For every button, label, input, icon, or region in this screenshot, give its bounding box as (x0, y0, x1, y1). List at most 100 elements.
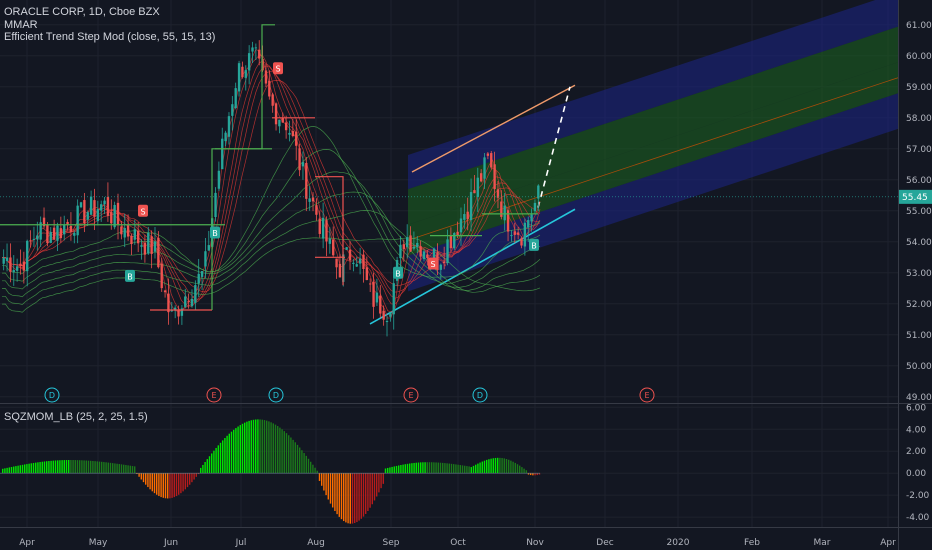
signal-label: B (395, 269, 401, 278)
momentum-bar (494, 457, 497, 474)
momentum-bar (250, 420, 252, 474)
candle-body (338, 263, 342, 278)
momentum-bar (404, 464, 406, 474)
momentum-bar (164, 473, 167, 499)
momentum-bar (145, 473, 147, 485)
momentum-bar (57, 460, 59, 474)
momentum-bar (202, 464, 204, 474)
momentum-bar (483, 460, 486, 474)
candle-body (197, 273, 200, 284)
momentum-bar (431, 462, 433, 474)
candle-body (63, 225, 66, 235)
momentum-bar (158, 473, 160, 497)
candle-body (76, 205, 79, 236)
momentum-bar (241, 423, 244, 474)
momentum-bar (395, 465, 398, 474)
candle-body (385, 320, 389, 323)
momentum-bar (470, 467, 472, 474)
candle-body (244, 70, 247, 78)
candle-body (147, 232, 150, 254)
momentum-bar (180, 473, 182, 494)
momentum-bar (151, 473, 153, 492)
momentum-bar (439, 462, 442, 474)
momentum-bar (503, 458, 505, 474)
candle-body (29, 240, 32, 242)
candle-body (19, 263, 22, 267)
candle-body (100, 204, 103, 211)
candle-body (496, 189, 500, 198)
momentum-bar (149, 473, 151, 490)
signal-label: B (212, 229, 218, 238)
candle-body (137, 230, 140, 244)
momentum-bar (389, 467, 391, 474)
momentum-bar (123, 464, 125, 474)
momentum-bar (497, 457, 499, 474)
price-tick-label: 58.00 (906, 114, 932, 124)
time-tick-label: Feb (744, 538, 760, 548)
candle-body (332, 239, 335, 256)
momentum-bar (307, 458, 310, 474)
momentum-bar (257, 419, 259, 474)
momentum-bar (8, 467, 10, 474)
candle-body (59, 228, 63, 239)
candle-body (493, 164, 496, 190)
candle-body (335, 258, 338, 268)
momentum-bar (521, 467, 523, 474)
momentum-bar (378, 473, 380, 493)
momentum-bar (193, 473, 195, 480)
candle-body (284, 122, 288, 131)
momentum-bar (107, 462, 109, 474)
momentum-bar (345, 473, 347, 523)
momentum-bar (387, 467, 389, 474)
momentum-bar (393, 466, 395, 474)
candle-body (123, 228, 126, 238)
momentum-bar (59, 460, 61, 474)
candle-body (328, 238, 332, 244)
candle-body (26, 240, 29, 272)
momentum-bar (406, 463, 409, 474)
candle-body (157, 237, 160, 268)
candle-body (463, 214, 466, 220)
candle-body (214, 192, 217, 218)
last-price-value: 55.45 (902, 193, 928, 203)
osc-tick-label: 0.00 (906, 469, 926, 479)
momentum-bar (54, 460, 57, 474)
momentum-bar (204, 462, 206, 474)
momentum-bar (134, 466, 136, 474)
momentum-bar (195, 473, 197, 477)
momentum-bar (50, 460, 52, 474)
signal-label: S (275, 65, 280, 74)
candle-body (32, 238, 36, 240)
momentum-bar (365, 473, 367, 514)
candle-body (96, 209, 100, 222)
momentum-bar (19, 465, 21, 474)
price-tick-label: 57.00 (906, 145, 932, 155)
momentum-bar (367, 473, 369, 512)
candle-body (194, 285, 197, 303)
candle-body (466, 211, 469, 220)
candle-body (227, 116, 231, 137)
momentum-bar (92, 460, 94, 474)
momentum-bar (327, 473, 329, 500)
event-marker-label: D (273, 391, 279, 400)
momentum-bar (160, 473, 162, 498)
candle-body (318, 218, 321, 234)
candle-body (389, 312, 392, 317)
price-tick-label: 50.00 (906, 362, 932, 372)
candle-body (200, 271, 204, 277)
candle-body (348, 249, 352, 261)
momentum-bar (472, 465, 475, 474)
momentum-bar (175, 473, 178, 497)
candle-body (355, 264, 358, 267)
candle-body (143, 242, 147, 255)
momentum-bar (437, 462, 439, 474)
candle-body (130, 235, 133, 244)
momentum-bar (70, 460, 72, 474)
time-tick-label: Dec (596, 538, 613, 548)
candle-body (409, 235, 412, 252)
momentum-bar (28, 463, 30, 474)
momentum-bar (156, 473, 158, 495)
momentum-bar (369, 473, 371, 508)
momentum-bar (338, 473, 340, 517)
momentum-bar (252, 419, 255, 474)
